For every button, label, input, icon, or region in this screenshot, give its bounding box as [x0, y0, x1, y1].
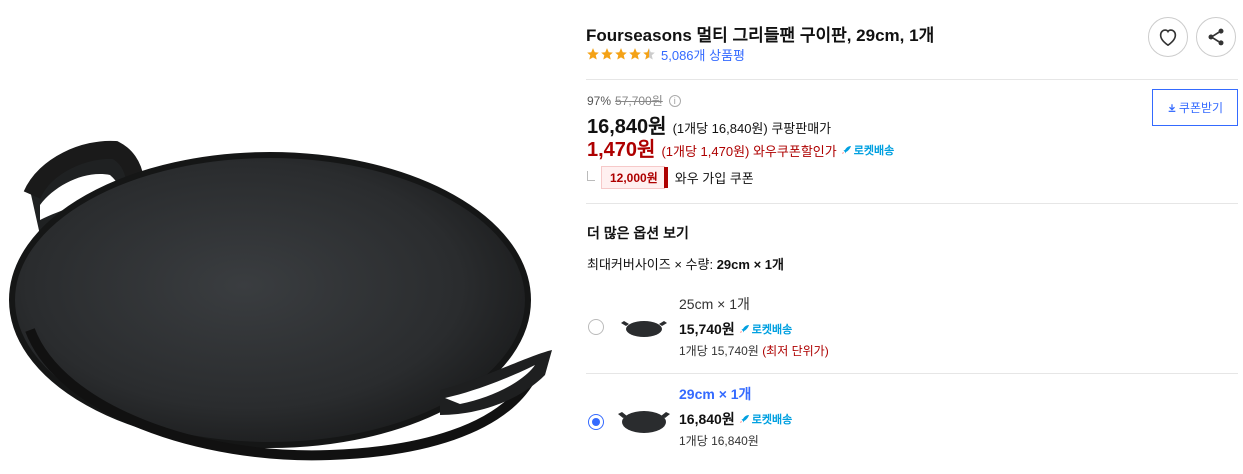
download-icon — [1168, 103, 1176, 112]
rocket-delivery-badge: 로켓배송 — [739, 411, 792, 427]
product-rating[interactable]: 5,086개 상품평 — [586, 45, 745, 64]
star-icon — [615, 48, 627, 60]
rocket-label: 로켓배송 — [751, 324, 793, 336]
wow-price-row: 1,470원 (1개당 1,470원) 와우쿠폰할인가 로켓배송 — [587, 133, 894, 162]
option-thumbnail — [621, 321, 667, 337]
rocket-icon — [739, 325, 749, 333]
original-price: 57,700원 — [615, 94, 663, 108]
share-icon — [1208, 28, 1224, 46]
coupon-row: 12,000원 와우 가입 쿠폰 — [587, 166, 754, 189]
rocket-icon — [841, 146, 851, 154]
info-icon[interactable]: i — [668, 94, 681, 107]
selection-summary: 최대커버사이즈 × 수량: 29cm × 1개 — [587, 254, 784, 273]
download-coupon-button[interactable]: 쿠폰받기 — [1152, 89, 1238, 126]
heart-icon — [1159, 29, 1177, 46]
product-title: Fourseasons 멀티 그리들팬 구이판, 29cm, 1개 — [586, 26, 935, 45]
option-item[interactable]: 29cm × 1개 16,840원 로켓배송 1개당 16,840원 — [586, 380, 1238, 474]
option-unit-price: 1개당 16,840원 — [679, 432, 792, 449]
divider — [586, 203, 1238, 204]
option-price: 16,840원 — [679, 411, 735, 427]
selection-summary-label: 최대커버사이즈 × 수량: — [587, 257, 714, 272]
coupon-amount: 12,000원 — [601, 166, 668, 189]
rocket-icon — [739, 415, 749, 423]
option-name: 25cm × 1개 — [679, 296, 750, 312]
share-button[interactable] — [1196, 17, 1236, 57]
option-item[interactable]: 25cm × 1개 15,740원 로켓배송 1개당 15,740원 (최저 단… — [586, 290, 1238, 374]
download-coupon-label: 쿠폰받기 — [1178, 101, 1224, 115]
option-thumbnail — [618, 411, 670, 433]
star-icon — [587, 48, 599, 60]
star-half-icon — [643, 48, 655, 60]
coupon-corner-line — [587, 170, 595, 181]
divider — [586, 79, 1238, 80]
discount-rate: 97% — [587, 93, 612, 108]
option-unit-value: 1개당 15,740원 — [679, 344, 759, 358]
option-radio-selected[interactable] — [588, 414, 604, 430]
wow-unit-price: (1개당 1,470원) 와우쿠폰할인가 — [661, 144, 837, 159]
option-unit-price: 1개당 15,740원 (최저 단위가) — [679, 342, 829, 359]
review-count-link[interactable]: 5,086개 상품평 — [661, 45, 745, 64]
option-name: 29cm × 1개 — [679, 386, 752, 402]
option-unit-value: 1개당 16,840원 — [679, 434, 759, 448]
rocket-label: 로켓배송 — [751, 414, 793, 426]
lowest-unit-note: (최저 단위가) — [762, 344, 829, 358]
star-rating — [586, 47, 656, 61]
discount-row: 97% 57,700원 i — [587, 92, 681, 109]
product-image — [9, 140, 552, 461]
selection-summary-value: 29cm × 1개 — [716, 257, 784, 272]
wishlist-button[interactable] — [1148, 17, 1188, 57]
wow-price: 1,470원 — [587, 139, 656, 161]
rocket-label: 로켓배송 — [853, 145, 895, 157]
option-price: 15,740원 — [679, 321, 735, 337]
rocket-delivery-badge: 로켓배송 — [739, 321, 792, 337]
star-icon — [629, 48, 641, 60]
options-heading[interactable]: 더 많은 옵션 보기 — [587, 223, 689, 243]
rocket-delivery-badge: 로켓배송 — [841, 142, 894, 158]
coupon-label: 와우 가입 쿠폰 — [674, 171, 754, 186]
option-radio[interactable] — [588, 319, 604, 335]
star-icon — [601, 48, 613, 60]
